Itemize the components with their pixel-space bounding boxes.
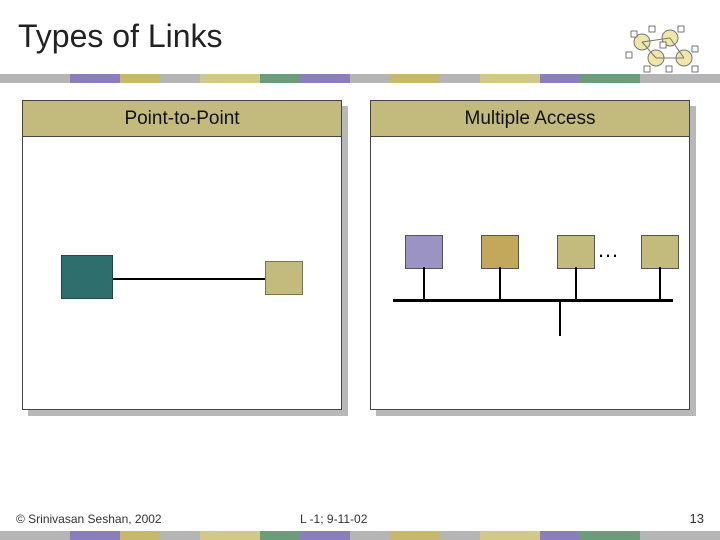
corner-decoration-icon xyxy=(622,24,702,76)
drop-line xyxy=(499,267,501,299)
title-divider xyxy=(0,74,720,83)
drop-line xyxy=(659,267,661,299)
panel-point-to-point: Point-to-Point xyxy=(22,100,342,410)
multiple-access-diagram: … xyxy=(371,137,689,409)
footer: © Srinivasan Seshan, 2002 L -1; 9-11-02 … xyxy=(0,506,720,540)
page-title: Types of Links xyxy=(18,18,223,55)
point-to-point-diagram xyxy=(23,137,341,409)
terminal-node xyxy=(641,235,679,269)
panel-header-left: Point-to-Point xyxy=(23,101,341,137)
footer-divider xyxy=(0,531,720,540)
terminal-node xyxy=(481,235,519,269)
footer-lecture: L -1; 9-11-02 xyxy=(300,512,367,526)
bus-stub xyxy=(559,302,561,336)
terminal-node xyxy=(557,235,595,269)
link-line xyxy=(113,278,265,280)
panel-multiple-access: Multiple Access … xyxy=(370,100,690,410)
ellipsis: … xyxy=(597,237,621,263)
footer-copyright: © Srinivasan Seshan, 2002 xyxy=(16,512,162,526)
panel-header-right: Multiple Access xyxy=(371,101,689,137)
drop-line xyxy=(423,267,425,299)
node-teal xyxy=(61,255,113,299)
terminal-node xyxy=(405,235,443,269)
shared-bus-line xyxy=(393,299,673,302)
node-olive xyxy=(265,261,303,295)
panel-face: Multiple Access … xyxy=(370,100,690,410)
drop-line xyxy=(575,267,577,299)
footer-page-number: 13 xyxy=(690,511,704,526)
panel-face: Point-to-Point xyxy=(22,100,342,410)
